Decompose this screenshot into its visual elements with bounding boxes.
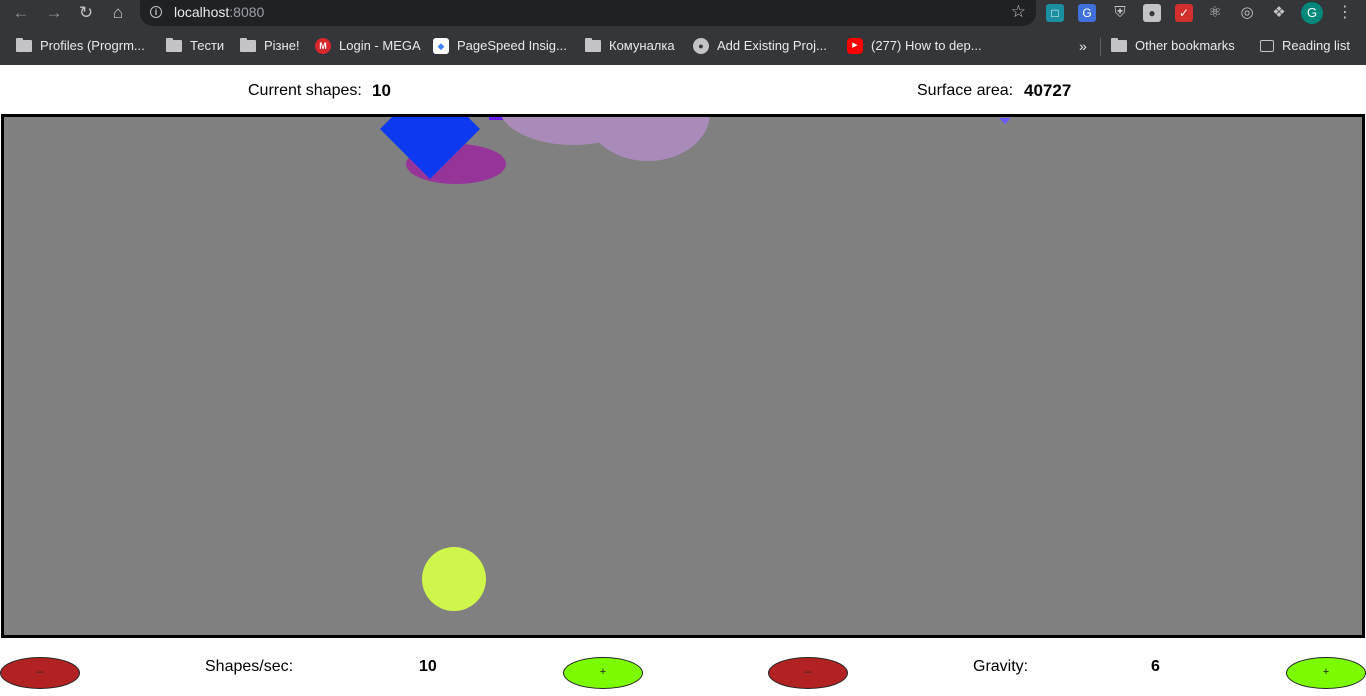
react-devtools-icon[interactable]: ⚛ [1206,4,1224,22]
browser-toolbar: ← → ↻ ⌂ i localhost:8080 ☆ □ G ⛨ ● ✓ ⚛ ◎… [0,0,1366,28]
back-icon[interactable]: ← [10,2,32,24]
stats-bar: Current shapes: 10 Surface area: 40727 [0,65,1366,115]
bookmarks-bar: Profiles (Progrm... Тести Різне! M Login … [0,32,1366,60]
bookmarks-overflow-button[interactable]: » [1079,32,1087,60]
bookmark-item[interactable]: Комуналка [585,32,675,60]
reload-icon[interactable]: ↻ [75,2,97,24]
folder-icon [585,37,601,52]
pagespeed-icon: ◆ [433,37,449,54]
gravity-decrease-button[interactable]: – [768,657,848,689]
bookmark-item[interactable]: ● Add Existing Proj... [693,32,827,60]
url-text[interactable]: localhost:8080 [174,4,264,20]
youtube-icon: ▶ [847,37,863,54]
lavender-cloud[interactable] [498,114,710,161]
forward-icon[interactable]: → [43,2,65,24]
shapes-rate-decrease-button[interactable]: – [0,657,80,689]
site-info-icon[interactable]: i [150,6,162,18]
save-extension-icon[interactable]: □ [1046,4,1064,22]
folder-icon [16,37,32,52]
bookmark-item[interactable]: Різне! [240,32,300,60]
bookmark-item[interactable]: ◆ PageSpeed Insig... [433,32,567,60]
gravity-increase-button[interactable]: + [1286,657,1366,689]
bookmarks-divider [1100,38,1101,56]
extensions-puzzle-icon[interactable]: ❖ [1270,4,1288,22]
reading-list[interactable]: Reading list [1260,32,1350,60]
shapes-canvas[interactable] [1,114,1365,638]
translate-extension-icon[interactable]: G [1078,4,1096,22]
reading-list-icon [1260,39,1274,52]
home-icon[interactable]: ⌂ [107,2,129,24]
profile-avatar[interactable]: G [1301,2,1323,24]
shield-extension-icon[interactable]: ⛨ [1111,4,1129,22]
mega-icon: M [315,37,331,54]
shapes-layer [380,114,1011,611]
folder-icon [166,37,182,52]
bookmark-item[interactable]: ▶ (277) How to dep... [847,32,982,60]
bookmark-item[interactable]: Тести [166,32,224,60]
address-bar[interactable]: i localhost:8080 ☆ [140,0,1036,26]
small-triangle[interactable] [999,118,1011,124]
shapes-rate-label: Shapes/sec: [205,658,294,675]
folder-icon [1111,37,1127,52]
surface-area-label: Surface area: [917,82,1014,99]
gravity-label: Gravity: [973,658,1029,675]
folder-icon [240,37,256,52]
shapes-rate-value: 10 [419,658,437,675]
bookmark-star-icon[interactable]: ☆ [1011,2,1026,22]
current-shapes-value: 10 [372,81,391,100]
browser-menu-icon[interactable]: ⋮ [1336,4,1354,22]
bookmark-item[interactable]: M Login - MEGA [315,32,421,60]
current-shapes-label: Current shapes: [248,82,362,99]
yellow-circle[interactable] [422,547,486,611]
gravity-value: 6 [1151,658,1160,675]
other-bookmarks[interactable]: Other bookmarks [1111,32,1235,60]
bookmark-item[interactable]: Profiles (Progrm... [16,32,145,60]
colorpicker-extension-icon[interactable]: ✓ [1175,4,1193,22]
github-icon: ● [693,37,709,54]
controls-bar: – Shapes/sec: 10 + – Gravity: 6 + [0,638,1366,696]
browser-chrome: ← → ↻ ⌂ i localhost:8080 ☆ □ G ⛨ ● ✓ ⚛ ◎… [0,0,1366,65]
target-extension-icon[interactable]: ◎ [1238,4,1256,22]
surface-area-value: 40727 [1024,81,1072,100]
shapes-rate-increase-button[interactable]: + [563,657,643,689]
profile-extension-icon[interactable]: ● [1143,4,1161,22]
